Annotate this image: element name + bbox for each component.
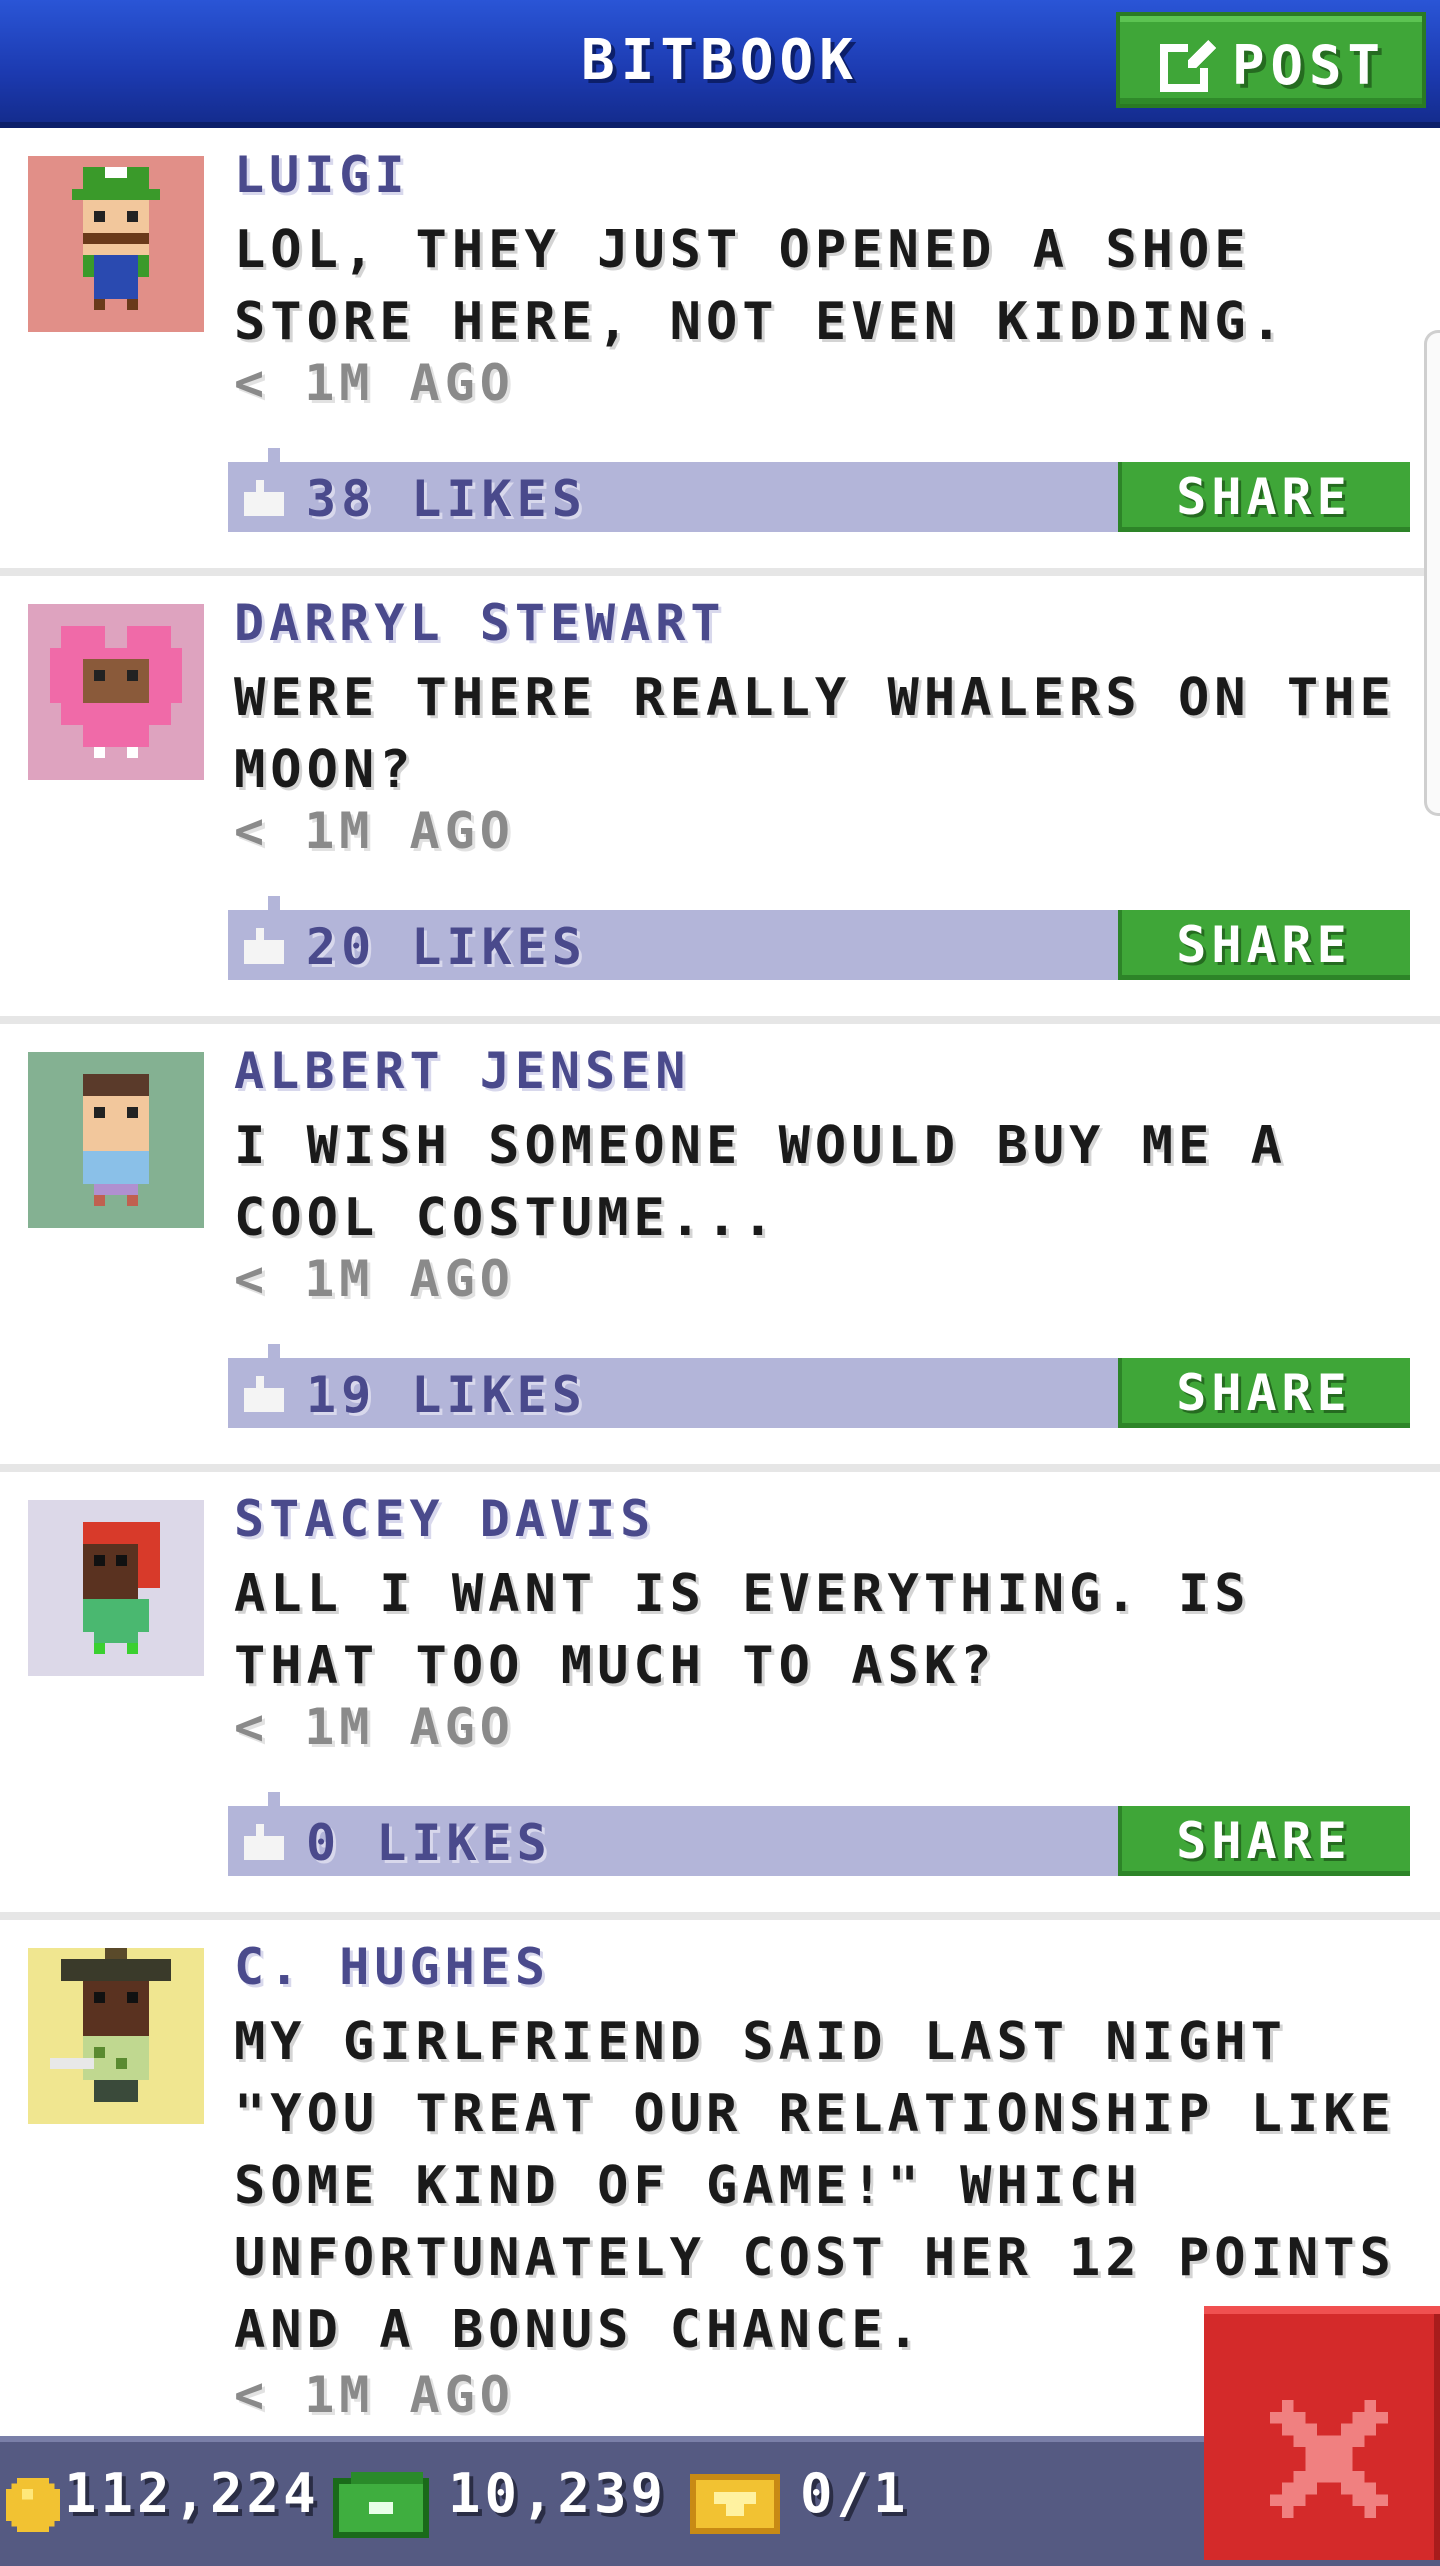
post-message: ALL I WANT IS EVERYTHING. IS THAT TOO MU… [234, 1564, 1251, 1696]
ticket-count: 0/1 [800, 2462, 910, 2525]
post-timestamp: < 1M AGO [234, 1698, 515, 1756]
post-message: LOL, THEY JUST OPENED A SHOE STORE HERE,… [234, 220, 1287, 352]
app-header: BITBOOK POST [0, 0, 1440, 128]
coin-count: 112,224 [64, 2462, 320, 2525]
avatar[interactable] [28, 604, 204, 780]
share-button-label: SHARE [1176, 468, 1352, 526]
likes-count: 0 LIKES [306, 1814, 552, 1872]
share-button-label: SHARE [1176, 1812, 1352, 1870]
post-author: ALBERT JENSEN [234, 1042, 691, 1100]
thumbs-up-icon[interactable] [244, 928, 284, 964]
share-button[interactable]: SHARE [1118, 462, 1410, 532]
post-message: WERE THERE REALLY WHALERS ON THE MOON? [234, 668, 1396, 800]
scroll-handle[interactable] [1424, 330, 1440, 816]
post-author: DARRYL STEWART [234, 594, 726, 652]
post-author: C. HUGHES [234, 1938, 550, 1996]
share-button[interactable]: SHARE [1118, 1806, 1410, 1876]
post-author: STACEY DAVIS [234, 1490, 656, 1548]
divider [0, 1912, 1440, 1920]
thumbs-up-icon[interactable] [244, 1824, 284, 1860]
coin-icon [6, 2478, 60, 2532]
post-message: I WISH SOMEONE WOULD BUY ME A COOL COSTU… [234, 1116, 1287, 1248]
feed-post: LUIGI LOL, THEY JUST OPENED A SHOE STORE… [0, 128, 1440, 568]
close-button[interactable] [1204, 2306, 1440, 2560]
post-button-label: POST [1232, 34, 1387, 97]
likes-bar: 0 LIKES SHARE [228, 1792, 1410, 1876]
post-author: LUIGI [234, 146, 410, 204]
avatar[interactable] [28, 1500, 204, 1676]
divider [0, 1464, 1440, 1472]
avatar[interactable] [28, 1052, 204, 1228]
cash-icon [333, 2472, 429, 2538]
post-timestamp: < 1M AGO [234, 1250, 515, 1308]
share-button-label: SHARE [1176, 916, 1352, 974]
compose-icon [1160, 40, 1216, 92]
share-button[interactable]: SHARE [1118, 1358, 1410, 1428]
bux-count: 10,239 [448, 2462, 668, 2525]
feed-post: DARRYL STEWART WERE THERE REALLY WHALERS… [0, 576, 1440, 1016]
post-timestamp: < 1M AGO [234, 2366, 515, 2424]
avatar[interactable] [28, 1948, 204, 2124]
likes-bar: 38 LIKES SHARE [228, 448, 1410, 532]
feed[interactable]: LUIGI LOL, THEY JUST OPENED A SHOE STORE… [0, 128, 1440, 2438]
feed-post: STACEY DAVIS ALL I WANT IS EVERYTHING. I… [0, 1472, 1440, 1912]
close-icon [1270, 2400, 1388, 2518]
likes-bar: 19 LIKES SHARE [228, 1344, 1410, 1428]
likes-count: 20 LIKES [306, 918, 587, 976]
post-timestamp: < 1M AGO [234, 802, 515, 860]
post-button[interactable]: POST [1116, 12, 1426, 108]
divider [0, 1016, 1440, 1024]
post-timestamp: < 1M AGO [234, 354, 515, 412]
avatar[interactable] [28, 156, 204, 332]
feed-post: ALBERT JENSEN I WISH SOMEONE WOULD BUY M… [0, 1024, 1440, 1464]
thumbs-up-icon[interactable] [244, 1376, 284, 1412]
likes-bar: 20 LIKES SHARE [228, 896, 1410, 980]
likes-count: 19 LIKES [306, 1366, 587, 1424]
divider [0, 568, 1440, 576]
likes-count: 38 LIKES [306, 470, 587, 528]
share-button-label: SHARE [1176, 1364, 1352, 1422]
ticket-icon [690, 2474, 780, 2534]
share-button[interactable]: SHARE [1118, 910, 1410, 980]
thumbs-up-icon[interactable] [244, 480, 284, 516]
